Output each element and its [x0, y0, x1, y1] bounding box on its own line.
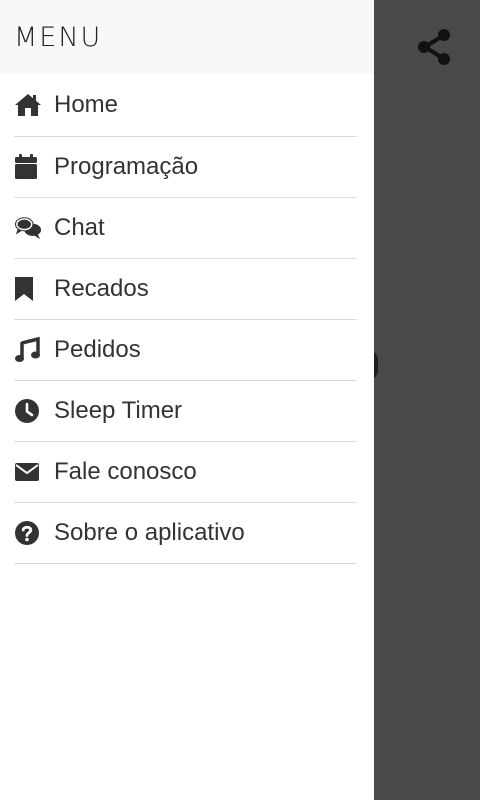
- drawer-title: MENU: [14, 21, 103, 53]
- music-icon: [14, 336, 42, 364]
- question-icon: [14, 519, 42, 547]
- menu-label-sobre: Sobre o aplicativo: [54, 519, 245, 546]
- menu-label-pedidos: Pedidos: [54, 336, 141, 363]
- menu-label-programacao: Programação: [54, 153, 199, 180]
- bookmark-icon: [14, 275, 42, 303]
- menu-item-fale-conosco[interactable]: Fale conosco: [14, 442, 357, 503]
- chat-icon: [14, 214, 42, 242]
- menu-label-fale-conosco: Fale conosco: [54, 458, 197, 485]
- share-icon: [418, 29, 450, 65]
- menu-label-chat: Chat: [54, 214, 105, 241]
- menu-item-home[interactable]: Home: [14, 74, 357, 137]
- menu-item-programacao[interactable]: Programação: [14, 137, 357, 198]
- drawer-header: MENU: [0, 0, 374, 74]
- menu-list: Home Programação Chat Recados Pedidos Sl…: [0, 74, 374, 564]
- home-icon: [14, 91, 42, 119]
- menu-label-sleep-timer: Sleep Timer: [54, 397, 183, 424]
- menu-item-sobre[interactable]: Sobre o aplicativo: [14, 503, 357, 564]
- overlay-backdrop[interactable]: [374, 0, 480, 800]
- menu-label-recados: Recados: [54, 275, 149, 302]
- envelope-icon: [14, 458, 42, 486]
- menu-item-sleep-timer[interactable]: Sleep Timer: [14, 381, 357, 442]
- menu-label-home: Home: [54, 91, 119, 118]
- share-button[interactable]: [414, 26, 454, 68]
- navigation-drawer: MENU Home Programação Chat Recados Pedid…: [0, 0, 374, 800]
- menu-item-recados[interactable]: Recados: [14, 259, 357, 320]
- menu-item-pedidos[interactable]: Pedidos: [14, 320, 357, 381]
- calendar-icon: [14, 153, 42, 181]
- clock-icon: [14, 397, 42, 425]
- menu-item-chat[interactable]: Chat: [14, 198, 357, 259]
